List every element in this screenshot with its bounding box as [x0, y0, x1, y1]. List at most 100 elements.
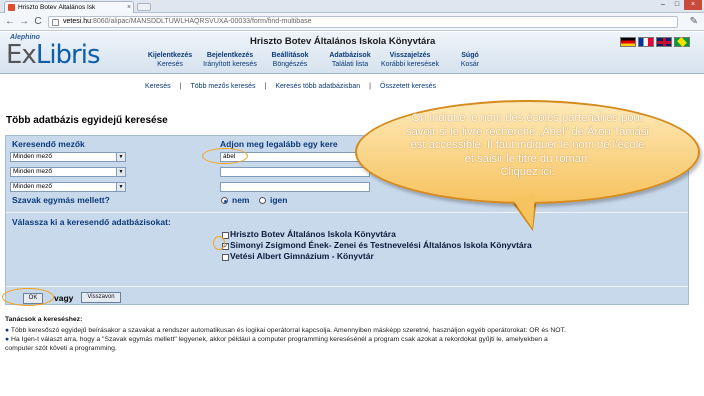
subnav-search[interactable]: Keresés [145, 83, 171, 90]
menu-col-3: Beállítások Böngészés [260, 51, 320, 69]
terms-label: Adjon meg legalább egy kere [220, 139, 338, 149]
english-flag-icon[interactable] [656, 37, 672, 47]
tip-2-text: Ha Igen-t választ arra, hogy a "Szavak e… [11, 336, 548, 343]
term-highlight-ring [202, 148, 248, 164]
search-subnav: Keresés | Több mezős keresés | Keresés töb… [0, 83, 704, 93]
callout-line-4: et saisir le titre du roman. [464, 152, 591, 165]
site-header: Alephino ExLibris Hriszto Botev Általáno… [0, 32, 704, 74]
databases-label: Válassza ki a keresendő adatbázisokat: [12, 217, 171, 227]
subnav-sep: | [179, 83, 182, 90]
menu-logout[interactable]: Kijelentkezés [148, 52, 192, 59]
bullet-icon: ● [5, 336, 10, 343]
adjacent-no-radio[interactable] [221, 197, 228, 204]
browser-tab-strip: Hriszto Botev Általános Isk × – □ × [0, 0, 704, 13]
chevron-down-icon: ▼ [116, 168, 125, 176]
menu-login[interactable]: Bejelentkezés [207, 52, 253, 59]
maximize-button[interactable]: □ [670, 0, 684, 10]
tab-title: Hriszto Botev Általános Isk [18, 4, 96, 11]
menu-basket[interactable]: Kosár [440, 60, 500, 69]
wrench-icon[interactable]: ✎ [690, 16, 698, 27]
url-host: vetesi.hu [63, 18, 92, 25]
menu-search[interactable]: Keresés [140, 60, 200, 69]
field-select-2-value: Minden mező [13, 168, 53, 175]
address-bar[interactable]: vetesi.hu:8060/alipac/MANSDDLTUWLHAQRSVU… [48, 16, 678, 28]
field-select-1-value: Minden mező [13, 153, 53, 160]
german-flag-icon[interactable] [620, 37, 636, 47]
chevron-down-icon: ▼ [116, 153, 125, 161]
tip-1-text: Több keresőszó egyidejű beírásakor a sza… [10, 327, 566, 334]
search-tips: Tanácsok a kereséshez: ● Több keresőszó … [5, 315, 695, 353]
callout-text: On indique le nom des écoles partenaires… [370, 112, 685, 180]
subnav-multifield[interactable]: Több mezős keresés [191, 83, 256, 90]
menu-results[interactable]: Találati lista [320, 60, 380, 69]
subnav-sep: | [264, 83, 267, 90]
field-select-3-value: Minden mező [13, 183, 53, 190]
favicon-icon [8, 4, 15, 11]
tips-title: Tanácsok a kereséshez: [5, 316, 83, 323]
url-path: :8060/alipac/MANSDDLTUWLHAQRSVUXA-00033/… [91, 18, 312, 25]
tip-1: ● Több keresőszó egyidejű beírásakor a s… [5, 326, 695, 335]
or-label: vagy [54, 293, 74, 303]
db-name-2: Simonyi Zsigmond Ének- Zenei és Testneve… [230, 240, 532, 250]
back-icon[interactable]: ← [4, 16, 16, 28]
tip-2-cont: computer szót követi a programming. [5, 345, 117, 352]
divider [6, 212, 688, 213]
browser-tab[interactable]: Hriszto Botev Általános Isk × [4, 1, 134, 13]
window-controls: – □ × [656, 0, 702, 10]
menu-guided-search[interactable]: Irányított keresés [200, 60, 260, 69]
exlibris-logo: ExLibris [6, 40, 100, 70]
browser-toolbar: ← → C vetesi.hu:8060/alipac/MANSDDLTUWLH… [0, 13, 704, 31]
page-title: Több adatbázis egyidejű keresése [6, 115, 168, 126]
menu-databases[interactable]: Adatbázisok [329, 52, 370, 59]
menu-col-4: Adatbázisok Találati lista [320, 51, 380, 69]
logo-ex-text: Ex [6, 40, 37, 70]
divider [6, 286, 688, 287]
adjacent-yes-label: igen [270, 195, 288, 205]
field-select-3[interactable]: Minden mező ▼ [10, 182, 126, 192]
callout-line-1: On indique le nom des écoles partenaires… [411, 112, 644, 124]
portuguese-flag-icon[interactable] [674, 37, 690, 47]
minimize-button[interactable]: – [656, 0, 670, 10]
subnav-multibase[interactable]: Keresés több adatbázisban [275, 83, 360, 90]
logo-libris-text: Libris [35, 40, 101, 70]
subnav-sep: | [369, 83, 371, 90]
callout-line-2: savoir si le livre recherché „Ábel” de Á… [406, 125, 649, 138]
adjacent-yes-radio[interactable] [259, 197, 266, 204]
term-input-2[interactable] [220, 167, 370, 177]
menu-history[interactable]: Korábbi keresések [380, 60, 440, 69]
forward-icon[interactable]: → [18, 16, 30, 28]
tab-close-icon[interactable]: × [125, 4, 133, 11]
menu-feedback[interactable]: Visszajelzés [390, 52, 431, 59]
reload-icon[interactable]: C [32, 16, 44, 28]
checkbox-highlight-ring [213, 236, 225, 250]
bullet-icon: ● [5, 327, 10, 334]
menu-browse[interactable]: Böngészés [260, 60, 320, 69]
adjacent-no-label: nem [232, 195, 250, 205]
menu-col-2: Bejelentkezés Irányított keresés [200, 51, 260, 69]
main-menu: Kijelentkezés Keresés Bejelentkezés Irányí… [140, 51, 620, 69]
menu-col-5: Visszajelzés Korábbi keresések [380, 51, 440, 69]
library-title: Hriszto Botev Általános Iskola Könyvtára [250, 36, 436, 47]
ok-highlight-ring [2, 288, 54, 306]
page-icon [52, 19, 59, 26]
new-tab-button[interactable] [137, 3, 151, 11]
field-select-2[interactable]: Minden mező ▼ [10, 167, 126, 177]
field-select-1[interactable]: Minden mező ▼ [10, 152, 126, 162]
term-input-3[interactable] [220, 182, 370, 192]
chevron-down-icon: ▼ [116, 183, 125, 191]
db-name-1: Hriszto Botev Általános Iskola Könyvtára [230, 229, 396, 239]
fields-label: Keresendő mezők [12, 139, 85, 149]
callout-line-3: est accessible. Il faut indiquer le nom … [410, 139, 645, 151]
db-checkbox-3[interactable] [222, 254, 229, 261]
subnav-advanced[interactable]: Összetett keresés [380, 83, 436, 90]
menu-help[interactable]: Súgó [461, 52, 479, 59]
adjacent-label: Szavak egymás mellett? [12, 195, 110, 205]
menu-col-1: Kijelentkezés Keresés [140, 51, 200, 69]
window-close-button[interactable]: × [684, 0, 702, 10]
menu-col-6: Súgó Kosár [440, 51, 500, 69]
tip-2: ● Ha Igen-t választ arra, hogy a "Szavak… [5, 335, 695, 344]
menu-settings[interactable]: Beállítások [272, 52, 309, 59]
french-flag-icon[interactable] [638, 37, 654, 47]
clear-button[interactable]: Visszavon [81, 292, 121, 303]
callout-line-5: Cliquez ici. [500, 166, 555, 178]
